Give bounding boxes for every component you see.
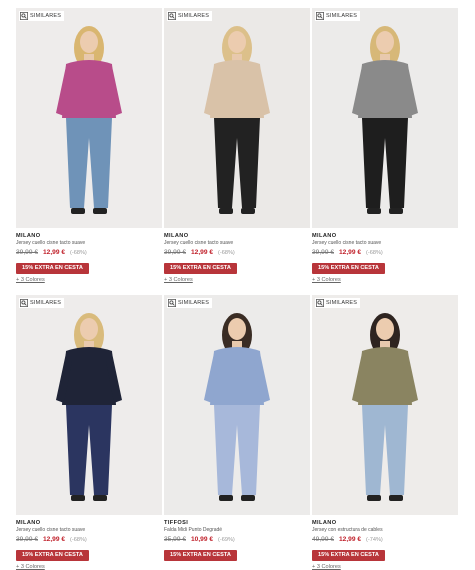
price-row: 39,99 € 12,99 € (-68%) xyxy=(312,249,458,256)
extra-discount-badge: 15% EXTRA EN CESTA xyxy=(164,263,237,274)
price-row: 39,99 € 12,99 € (-68%) xyxy=(164,249,310,256)
sale-price: 12,99 € xyxy=(339,536,361,543)
model-photo xyxy=(164,8,310,228)
similar-search-icon xyxy=(20,12,28,20)
similar-button[interactable]: SIMILARES xyxy=(315,298,361,308)
model-photo xyxy=(164,295,310,515)
original-price: 39,99 € xyxy=(16,536,38,543)
product-brand: MILANO xyxy=(312,520,337,526)
product-card[interactable]: SIMILARES MILANO Jersey cuello cisne tac… xyxy=(164,8,310,283)
original-price: 35,99 € xyxy=(164,536,186,543)
original-price: 39,99 € xyxy=(16,249,38,256)
discount-percent: (-74%) xyxy=(366,536,383,543)
sale-price: 12,99 € xyxy=(191,249,213,256)
product-name[interactable]: Jersey con estructura de cables xyxy=(312,527,458,533)
sale-price: 10,99 € xyxy=(191,536,213,543)
sale-price: 12,99 € xyxy=(339,249,361,256)
similar-button[interactable]: SIMILARES xyxy=(167,11,213,21)
more-colors-link[interactable]: + 3 Colores xyxy=(164,277,310,283)
price-row: 35,99 € 10,99 € (-69%) xyxy=(164,536,310,543)
similar-search-icon xyxy=(316,299,324,307)
extra-discount-badge: 15% EXTRA EN CESTA xyxy=(16,263,89,274)
product-image[interactable]: SIMILARES xyxy=(16,295,162,515)
product-image[interactable]: SIMILARES xyxy=(16,8,162,228)
more-colors-link[interactable]: + 3 Colores xyxy=(16,277,162,283)
similar-label: SIMILARES xyxy=(326,13,358,19)
original-price: 39,99 € xyxy=(164,249,186,256)
product-name[interactable]: Jersey cuello cisne tacto suave xyxy=(164,240,310,246)
model-photo xyxy=(312,295,458,515)
similar-label: SIMILARES xyxy=(30,13,62,19)
similar-button[interactable]: SIMILARES xyxy=(167,298,213,308)
discount-percent: (-69%) xyxy=(218,536,235,543)
product-brand: MILANO xyxy=(16,233,41,239)
product-brand: MILANO xyxy=(312,233,337,239)
product-card[interactable]: SIMILARES MILANO Jersey cuello cisne tac… xyxy=(16,8,162,283)
model-photo xyxy=(16,8,162,228)
price-row: 49,99 € 12,99 € (-74%) xyxy=(312,536,458,543)
sale-price: 12,99 € xyxy=(43,536,65,543)
discount-percent: (-68%) xyxy=(218,249,235,256)
model-photo xyxy=(312,8,458,228)
price-row: 39,99 € 12,99 € (-68%) xyxy=(16,536,162,543)
price-row: 39,99 € 12,99 € (-68%) xyxy=(16,249,162,256)
product-name[interactable]: Jersey cuello cisne tacto suave xyxy=(16,240,162,246)
model-photo xyxy=(16,295,162,515)
product-brand: TIFFOSI xyxy=(164,520,189,526)
sale-price: 12,99 € xyxy=(43,249,65,256)
product-image[interactable]: SIMILARES xyxy=(312,295,458,515)
more-colors-link[interactable]: + 3 Colores xyxy=(312,277,458,283)
similar-search-icon xyxy=(168,12,176,20)
product-brand: MILANO xyxy=(164,233,189,239)
similar-label: SIMILARES xyxy=(178,13,210,19)
product-card[interactable]: SIMILARES MILANO Jersey cuello cisne tac… xyxy=(16,295,162,570)
original-price: 49,99 € xyxy=(312,536,334,543)
product-name[interactable]: Falda Midi Punto Degradé xyxy=(164,527,310,533)
extra-discount-badge: 15% EXTRA EN CESTA xyxy=(16,550,89,561)
product-card[interactable]: SIMILARES MILANO Jersey cuello cisne tac… xyxy=(312,8,458,283)
discount-percent: (-68%) xyxy=(366,249,383,256)
similar-search-icon xyxy=(316,12,324,20)
extra-discount-badge: 15% EXTRA EN CESTA xyxy=(312,550,385,561)
product-name[interactable]: Jersey cuello cisne tacto suave xyxy=(312,240,458,246)
product-name[interactable]: Jersey cuello cisne tacto suave xyxy=(16,527,162,533)
extra-discount-badge: 15% EXTRA EN CESTA xyxy=(312,263,385,274)
product-brand: MILANO xyxy=(16,520,41,526)
similar-label: SIMILARES xyxy=(326,300,358,306)
similar-search-icon xyxy=(168,299,176,307)
product-card[interactable]: SIMILARES TIFFOSI Falda Midi Punto Degra… xyxy=(164,295,310,561)
product-image[interactable]: SIMILARES xyxy=(164,295,310,515)
similar-button[interactable]: SIMILARES xyxy=(19,11,65,21)
similar-search-icon xyxy=(20,299,28,307)
product-image[interactable]: SIMILARES xyxy=(312,8,458,228)
similar-button[interactable]: SIMILARES xyxy=(315,11,361,21)
original-price: 39,99 € xyxy=(312,249,334,256)
similar-label: SIMILARES xyxy=(30,300,62,306)
similar-label: SIMILARES xyxy=(178,300,210,306)
extra-discount-badge: 15% EXTRA EN CESTA xyxy=(164,550,237,561)
product-card[interactable]: SIMILARES MILANO Jersey con estructura d… xyxy=(312,295,458,570)
discount-percent: (-68%) xyxy=(70,249,87,256)
similar-button[interactable]: SIMILARES xyxy=(19,298,65,308)
discount-percent: (-68%) xyxy=(70,536,87,543)
product-image[interactable]: SIMILARES xyxy=(164,8,310,228)
